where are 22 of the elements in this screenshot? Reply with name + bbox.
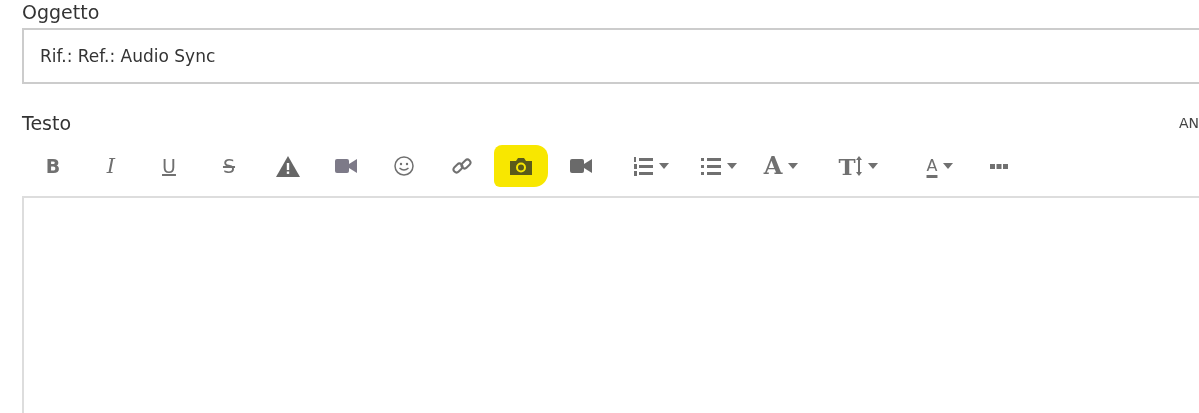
bold-button[interactable]: B — [36, 149, 70, 183]
bullet-list-icon — [701, 157, 721, 175]
video-camera-icon — [570, 159, 592, 173]
link-icon — [452, 156, 472, 176]
text-color-button[interactable]: A — [910, 149, 970, 183]
video-camera-icon — [335, 159, 357, 173]
smiley-icon — [394, 156, 414, 176]
photo-button[interactable] — [494, 145, 548, 187]
more-icon — [990, 163, 1008, 169]
font-button[interactable]: A — [758, 149, 804, 183]
camera-icon — [510, 157, 532, 175]
strikethrough-button[interactable]: S — [212, 149, 246, 183]
field-label: Testo — [22, 111, 72, 135]
font-size-button[interactable]: T — [834, 149, 882, 183]
field-label: Oggetto — [22, 0, 101, 24]
vertical-arrow-icon — [855, 156, 862, 176]
warning-icon — [276, 155, 300, 177]
underline-button[interactable]: U — [152, 149, 186, 183]
italic-button[interactable]: I — [94, 149, 128, 183]
side-label: AN — [1178, 115, 1199, 131]
numbered-list-icon — [633, 156, 653, 176]
subject-field[interactable]: Rif.: Ref.: Audio Sync — [22, 28, 1199, 84]
